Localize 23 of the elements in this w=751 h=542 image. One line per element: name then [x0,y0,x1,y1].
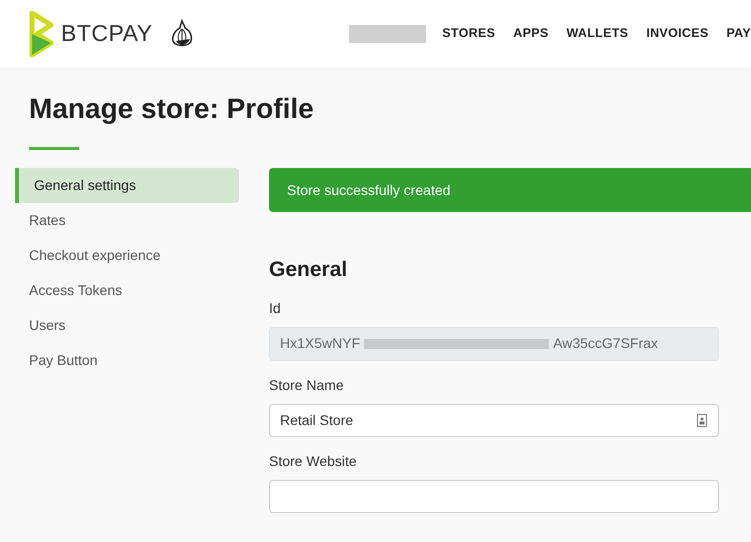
field-label: Store Name [269,376,345,394]
field-label: Store Website [269,452,358,470]
page-title: Manage store: Profile [29,92,315,126]
nav-link[interactable]: PAY [726,24,751,43]
sidebar-item[interactable]: Checkout experience [15,238,239,273]
text-input[interactable] [269,480,719,512]
logo-text: BTCPAY [61,19,153,48]
contact-card-icon [697,414,707,426]
logo-icon [29,10,55,56]
sidebar-item[interactable]: Access Tokens [15,273,239,308]
onion-icon [170,18,193,48]
nav-link[interactable]: WALLETS [566,24,628,43]
sidebar-item[interactable]: Rates [15,203,239,238]
sidebar-item[interactable]: Users [15,308,239,343]
nav-link[interactable]: STORES [442,24,496,43]
nav-link[interactable]: INVOICES [646,24,708,43]
text-input[interactable]: Retail Store [269,404,719,436]
sidebar-item[interactable]: General settings [15,168,239,203]
success-alert: Store successfully created [269,168,751,212]
nav-link[interactable]: APPS [513,24,548,43]
section-title: General [269,257,348,283]
field-label: Id [269,298,282,318]
sidebar-item[interactable]: Pay Button [15,343,239,378]
